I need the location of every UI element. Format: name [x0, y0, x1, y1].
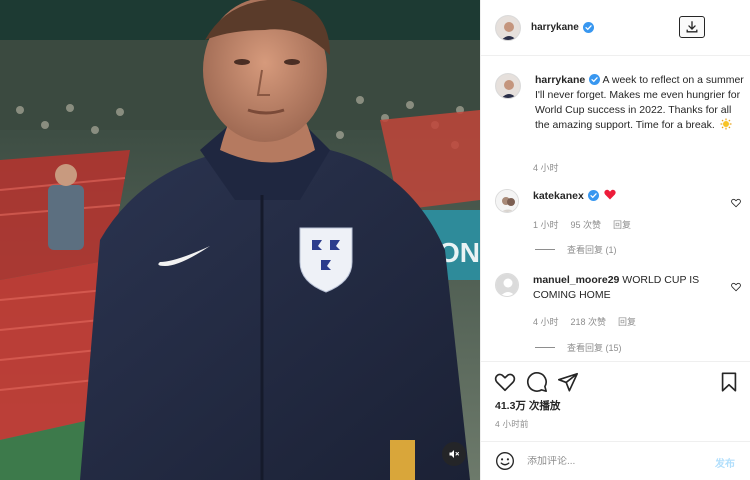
profile-photo: [496, 74, 520, 98]
comment-item: katekanex: [495, 189, 745, 213]
comments-list[interactable]: harrykane A week to reflect on a summer …: [481, 57, 750, 361]
emoji-smiley-icon[interactable]: [495, 451, 515, 471]
view-count[interactable]: 41.3万 次播放: [495, 398, 560, 413]
verified-badge-icon: [589, 74, 601, 85]
caption-text-block: harrykane A week to reflect on a summer …: [535, 73, 745, 133]
view-replies-label[interactable]: 查看回复 (15): [567, 341, 622, 354]
comment-reply-button[interactable]: 回复: [613, 218, 631, 231]
profile-photo: [496, 15, 520, 40]
comment-time: 4 小时: [533, 317, 559, 327]
post-caption: harrykane A week to reflect on a summer …: [495, 73, 745, 133]
mute-button[interactable]: [442, 442, 466, 466]
comment-text-block: katekanex: [533, 189, 723, 213]
download-button[interactable]: [679, 16, 705, 38]
comment-username[interactable]: manuel_moore29: [533, 274, 619, 286]
view-replies-label[interactable]: 查看回复 (1): [567, 243, 617, 256]
comment-bubble-icon[interactable]: [526, 371, 548, 393]
verified-badge-icon: [582, 22, 594, 33]
commenter-avatar[interactable]: [495, 189, 519, 213]
comment-likes[interactable]: 95 次赞: [571, 218, 602, 231]
video-player[interactable]: ON: [0, 0, 480, 480]
comment-time: 1 小时: [533, 220, 559, 230]
comment-text-block: manuel_moore29 WORLD CUP IS COMING HOME: [533, 273, 723, 303]
sun-emoji-icon: [720, 118, 732, 130]
post-header: harrykane: [481, 0, 750, 56]
view-replies-button[interactable]: 查看回复 (15): [535, 341, 622, 354]
comment-like-heart-icon[interactable]: [731, 282, 741, 292]
replies-divider: [535, 249, 555, 250]
caption-author-avatar[interactable]: [495, 73, 521, 99]
like-heart-icon[interactable]: [494, 371, 516, 393]
post-comment-button[interactable]: 发布: [715, 455, 735, 470]
commenter-avatar[interactable]: [495, 273, 519, 297]
comment-likes[interactable]: 218 次赞: [571, 315, 607, 328]
author-avatar[interactable]: [495, 14, 521, 41]
add-comment-bar: 发布: [481, 441, 750, 480]
verified-badge-icon: [587, 190, 599, 201]
view-replies-button[interactable]: 查看回复 (1): [535, 243, 617, 256]
caption-username[interactable]: harrykane: [535, 74, 585, 86]
post-panel: harrykane harrykane A week to reflect on…: [480, 0, 750, 480]
replies-divider: [535, 347, 555, 348]
default-avatar-icon: [496, 274, 518, 296]
comment-item: manuel_moore29 WORLD CUP IS COMING HOME: [495, 273, 745, 303]
comment-meta-row: 1 小时 95 次赞 回复: [533, 218, 631, 231]
post-timestamp[interactable]: 4 小时前: [495, 418, 529, 430]
header-username[interactable]: harrykane: [531, 22, 579, 33]
red-heart-emoji-icon: [604, 189, 616, 200]
download-icon: [686, 21, 698, 33]
video-frame: ON: [0, 0, 480, 480]
comment-reply-button[interactable]: 回复: [618, 315, 636, 328]
share-send-icon[interactable]: [557, 371, 579, 393]
speaker-muted-icon: [449, 450, 459, 458]
save-bookmark-icon[interactable]: [718, 371, 740, 393]
caption-timestamp: 4 小时: [533, 163, 559, 173]
comment-input[interactable]: [527, 455, 697, 467]
comment-meta-row: 4 小时 218 次赞 回复: [533, 315, 636, 328]
action-bar: 41.3万 次播放 4 小时前: [481, 361, 750, 441]
comment-username[interactable]: katekanex: [533, 190, 584, 202]
profile-photo: [496, 190, 518, 212]
comment-like-heart-icon[interactable]: [731, 198, 741, 208]
